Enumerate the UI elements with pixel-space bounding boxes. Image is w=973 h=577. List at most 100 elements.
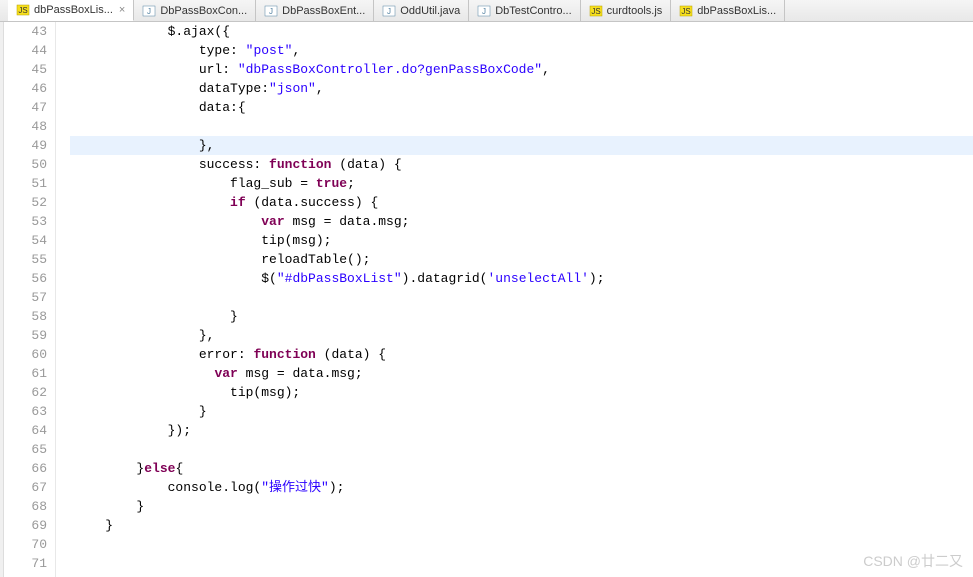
code-line[interactable]: if (data.success) { bbox=[70, 193, 973, 212]
code-token: , bbox=[292, 43, 300, 58]
code-token: } bbox=[74, 518, 113, 533]
svg-text:JS: JS bbox=[682, 7, 691, 16]
code-line[interactable]: tip(msg); bbox=[70, 383, 973, 402]
line-number: 65 bbox=[4, 440, 47, 459]
code-line[interactable] bbox=[70, 117, 973, 136]
line-number: 56 bbox=[4, 269, 47, 288]
code-line[interactable] bbox=[70, 288, 973, 307]
editor-tab[interactable]: JS curdtools.js bbox=[581, 0, 672, 21]
code-token: { bbox=[175, 461, 183, 476]
code-token: msg = data.msg; bbox=[238, 366, 363, 381]
code-line[interactable]: var msg = data.msg; bbox=[70, 364, 973, 383]
line-number: 46 bbox=[4, 79, 47, 98]
code-token bbox=[74, 195, 230, 210]
code-token: flag_sub = bbox=[74, 176, 316, 191]
line-number: 59 bbox=[4, 326, 47, 345]
code-line[interactable] bbox=[70, 440, 973, 459]
code-line[interactable]: url: "dbPassBoxController.do?genPassBoxC… bbox=[70, 60, 973, 79]
tab-label: DbTestContro... bbox=[495, 5, 571, 17]
line-number: 51 bbox=[4, 174, 47, 193]
line-number: 69 bbox=[4, 516, 47, 535]
editor-tab[interactable]: J DbTestContro... bbox=[469, 0, 580, 21]
code-token: error: bbox=[74, 347, 253, 362]
line-number: 64 bbox=[4, 421, 47, 440]
code-token bbox=[74, 214, 261, 229]
line-number: 62 bbox=[4, 383, 47, 402]
code-line[interactable]: error: function (data) { bbox=[70, 345, 973, 364]
code-line[interactable]: success: function (data) { bbox=[70, 155, 973, 174]
fold-margin bbox=[56, 22, 70, 577]
code-token: else bbox=[144, 461, 175, 476]
tab-label: curdtools.js bbox=[607, 5, 663, 17]
javascript-file-icon: JS bbox=[589, 4, 603, 18]
code-token: dataType: bbox=[74, 81, 269, 96]
code-token: } bbox=[74, 309, 238, 324]
tab-label: dbPassBoxLis... bbox=[34, 4, 113, 16]
editor-tab[interactable]: JSdbPassBoxLis... bbox=[671, 0, 785, 21]
code-token: }); bbox=[74, 423, 191, 438]
line-number: 67 bbox=[4, 478, 47, 497]
code-token: console.log( bbox=[74, 480, 261, 495]
editor-tab[interactable]: JDbPassBoxEnt... bbox=[256, 0, 374, 21]
code-token: var bbox=[214, 366, 237, 381]
editor-tab-bar: JSdbPassBoxLis...×JDbPassBoxCon...JDbPas… bbox=[0, 0, 973, 22]
editor-tab[interactable]: JOddUtil.java bbox=[374, 0, 469, 21]
code-line[interactable]: console.log("操作过快"); bbox=[70, 478, 973, 497]
code-line[interactable]: $.ajax({ bbox=[70, 22, 973, 41]
code-token: } bbox=[74, 404, 207, 419]
code-editor: 4344454647484950515253545556575859606162… bbox=[0, 22, 973, 577]
editor-tab[interactable]: J DbPassBoxCon... bbox=[134, 0, 256, 21]
code-line[interactable]: dataType:"json", bbox=[70, 79, 973, 98]
svg-text:J: J bbox=[147, 7, 151, 16]
code-line[interactable] bbox=[70, 554, 973, 573]
line-number: 57 bbox=[4, 288, 47, 307]
tab-label: DbPassBoxCon... bbox=[160, 5, 247, 17]
code-line[interactable]: } bbox=[70, 307, 973, 326]
code-token: "post" bbox=[246, 43, 293, 58]
line-number: 70 bbox=[4, 535, 47, 554]
code-token: ; bbox=[347, 176, 355, 191]
svg-text:J: J bbox=[482, 7, 486, 16]
code-line[interactable]: }); bbox=[70, 421, 973, 440]
code-line[interactable]: data:{ bbox=[70, 98, 973, 117]
code-line[interactable]: } bbox=[70, 516, 973, 535]
code-line[interactable]: type: "post", bbox=[70, 41, 973, 60]
line-number: 50 bbox=[4, 155, 47, 174]
code-token: msg = data.msg; bbox=[285, 214, 410, 229]
code-token: $( bbox=[74, 271, 277, 286]
code-line[interactable]: }, bbox=[70, 136, 973, 155]
code-line[interactable]: flag_sub = true; bbox=[70, 174, 973, 193]
code-token: function bbox=[269, 157, 331, 172]
line-number: 53 bbox=[4, 212, 47, 231]
javascript-file-icon: JS bbox=[16, 3, 30, 17]
code-line[interactable]: }, bbox=[70, 326, 973, 345]
code-line[interactable]: reloadTable(); bbox=[70, 250, 973, 269]
code-token: (data) { bbox=[331, 157, 401, 172]
line-number: 63 bbox=[4, 402, 47, 421]
line-number: 49 bbox=[4, 136, 47, 155]
code-line[interactable]: var msg = data.msg; bbox=[70, 212, 973, 231]
line-number-gutter: 4344454647484950515253545556575859606162… bbox=[4, 22, 56, 577]
svg-text:J: J bbox=[387, 7, 391, 16]
code-line[interactable]: tip(msg); bbox=[70, 231, 973, 250]
code-area[interactable]: $.ajax({ type: "post", url: "dbPassBoxCo… bbox=[70, 22, 973, 577]
code-token: }, bbox=[74, 138, 214, 153]
code-token: tip(msg); bbox=[74, 233, 331, 248]
code-line[interactable] bbox=[70, 535, 973, 554]
code-token: function bbox=[253, 347, 315, 362]
code-line[interactable]: $("#dbPassBoxList").datagrid('unselectAl… bbox=[70, 269, 973, 288]
code-line[interactable]: } bbox=[70, 497, 973, 516]
line-number: 43 bbox=[4, 22, 47, 41]
editor-tab[interactable]: JS dbPassBoxLis... × bbox=[8, 0, 134, 21]
code-token: tip(msg); bbox=[74, 385, 300, 400]
code-token: ); bbox=[329, 480, 345, 495]
svg-text:JS: JS bbox=[18, 6, 27, 15]
code-line[interactable]: } bbox=[70, 402, 973, 421]
line-number: 61 bbox=[4, 364, 47, 383]
close-tab-icon[interactable]: × bbox=[119, 4, 125, 16]
code-token: $.ajax({ bbox=[74, 24, 230, 39]
code-token: "#dbPassBoxList" bbox=[277, 271, 402, 286]
code-line[interactable]: }else{ bbox=[70, 459, 973, 478]
code-token: , bbox=[542, 62, 550, 77]
tab-label: DbPassBoxEnt... bbox=[282, 5, 365, 17]
